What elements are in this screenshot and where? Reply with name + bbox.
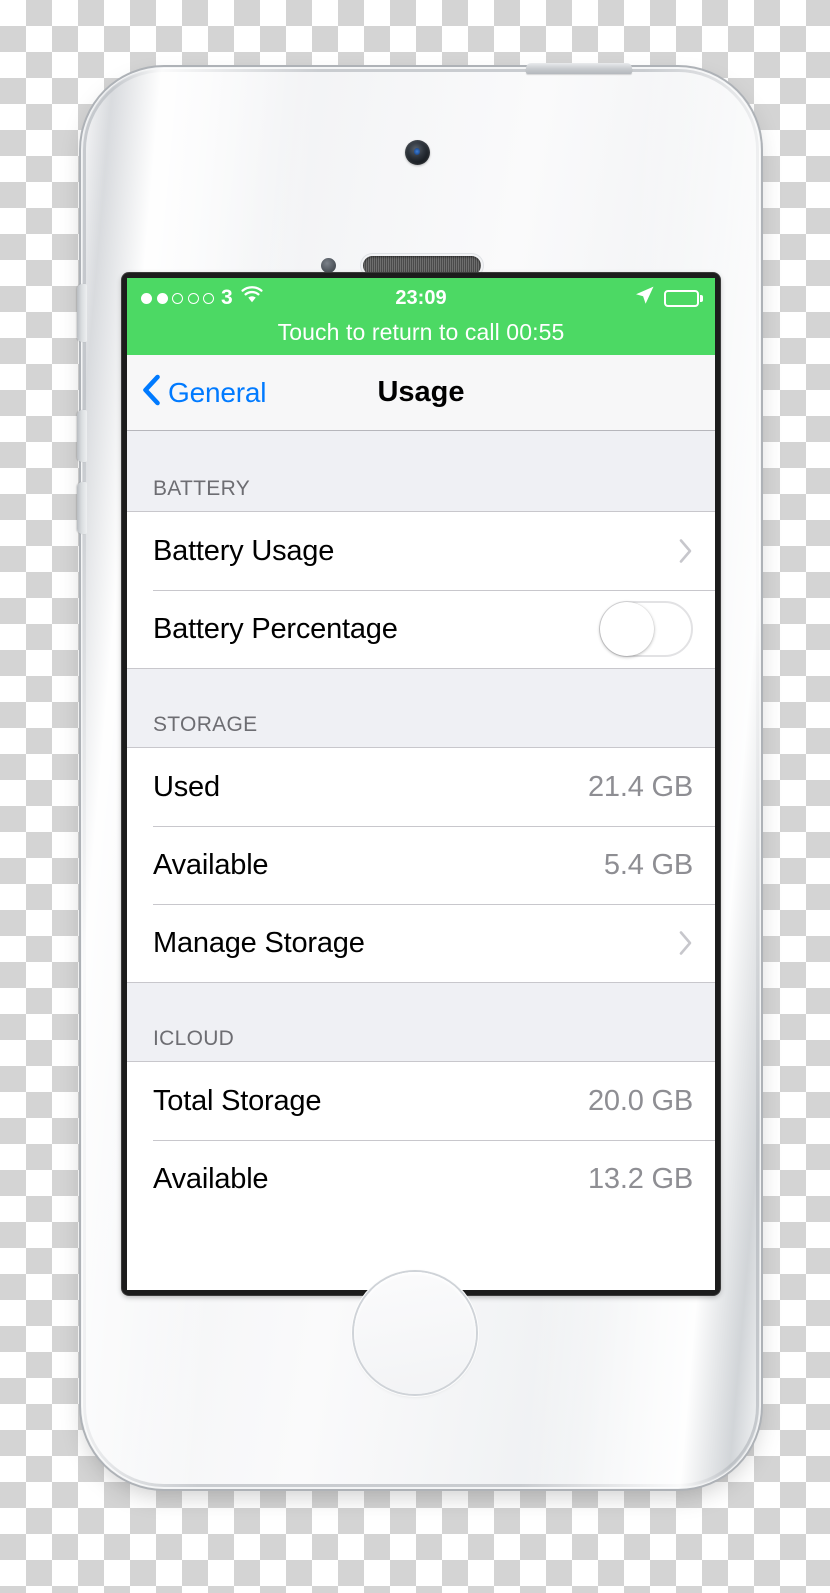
row-storage-used: Used 21.4 GB [127,748,715,826]
row-label: Manage Storage [153,926,365,959]
section-header-storage: STORAGE [127,668,715,748]
volume-down-button[interactable] [77,482,87,534]
section-header-battery: BATTERY [127,431,715,512]
screen-bezel: 3 23:09 Touch to return to call 00:55 Ge… [122,273,720,1295]
battery-shell [663,289,699,307]
home-button[interactable] [354,1272,476,1394]
row-label: Used [153,770,220,803]
cellular-signal-dots-icon [141,292,214,304]
signal-dot-4 [187,292,199,304]
status-bar: 3 23:09 [127,278,715,318]
chevron-right-icon [678,538,693,564]
row-label: Available [153,1162,269,1195]
navigation-bar: General Usage [127,355,715,431]
back-button-label: General [168,376,267,408]
section-group-storage: Used 21.4 GB Available 5.4 GB Manage Sto… [127,748,715,982]
mute-switch[interactable] [77,284,87,342]
row-label: Total Storage [153,1084,322,1117]
power-button[interactable] [526,63,632,74]
volume-up-button[interactable] [77,410,87,462]
front-camera-icon [405,140,430,165]
row-value: 21.4 GB [588,770,693,803]
chevron-left-icon [141,374,161,411]
row-value: 20.0 GB [588,1084,693,1117]
ambient-light-sensor-icon [321,258,336,273]
row-value: 13.2 GB [588,1162,693,1195]
wifi-icon [240,286,264,310]
carrier-label: 3 [221,286,233,309]
settings-table[interactable]: BATTERY Battery Usage Battery Percentage [127,431,715,1289]
row-icloud-available: Available 13.2 GB [127,1140,715,1218]
signal-dot-5 [203,292,214,304]
row-battery-usage[interactable]: Battery Usage [127,512,715,590]
battery-icon [663,289,703,307]
row-label: Available [153,848,269,881]
toggle-knob [600,602,654,656]
battery-percentage-toggle[interactable] [599,601,693,657]
row-label: Battery Percentage [153,612,398,645]
section-group-battery: Battery Usage Battery Percentage [127,512,715,668]
back-button[interactable]: General [141,374,266,411]
signal-dot-2 [156,292,168,304]
row-value: 5.4 GB [603,848,693,881]
chevron-right-icon [678,930,693,956]
iphone-device: 3 23:09 Touch to return to call 00:55 Ge… [77,63,760,1488]
row-icloud-total-storage: Total Storage 20.0 GB [127,1062,715,1140]
section-group-icloud: Total Storage 20.0 GB Available 13.2 GB [127,1062,715,1218]
row-manage-storage[interactable]: Manage Storage [127,904,715,982]
location-arrow-icon [634,285,655,312]
status-bar-right [634,285,703,312]
signal-dot-3 [172,292,183,304]
battery-cap [700,294,703,302]
row-battery-percentage[interactable]: Battery Percentage [127,590,715,668]
section-header-icloud: ICLOUD [127,982,715,1062]
row-label: Battery Usage [153,534,335,567]
status-bar-left: 3 [141,286,264,310]
row-storage-available: Available 5.4 GB [127,826,715,904]
return-to-call-banner[interactable]: Touch to return to call 00:55 [127,318,715,355]
signal-dot-1 [141,292,152,304]
phone-screen: 3 23:09 Touch to return to call 00:55 Ge… [127,278,715,1290]
